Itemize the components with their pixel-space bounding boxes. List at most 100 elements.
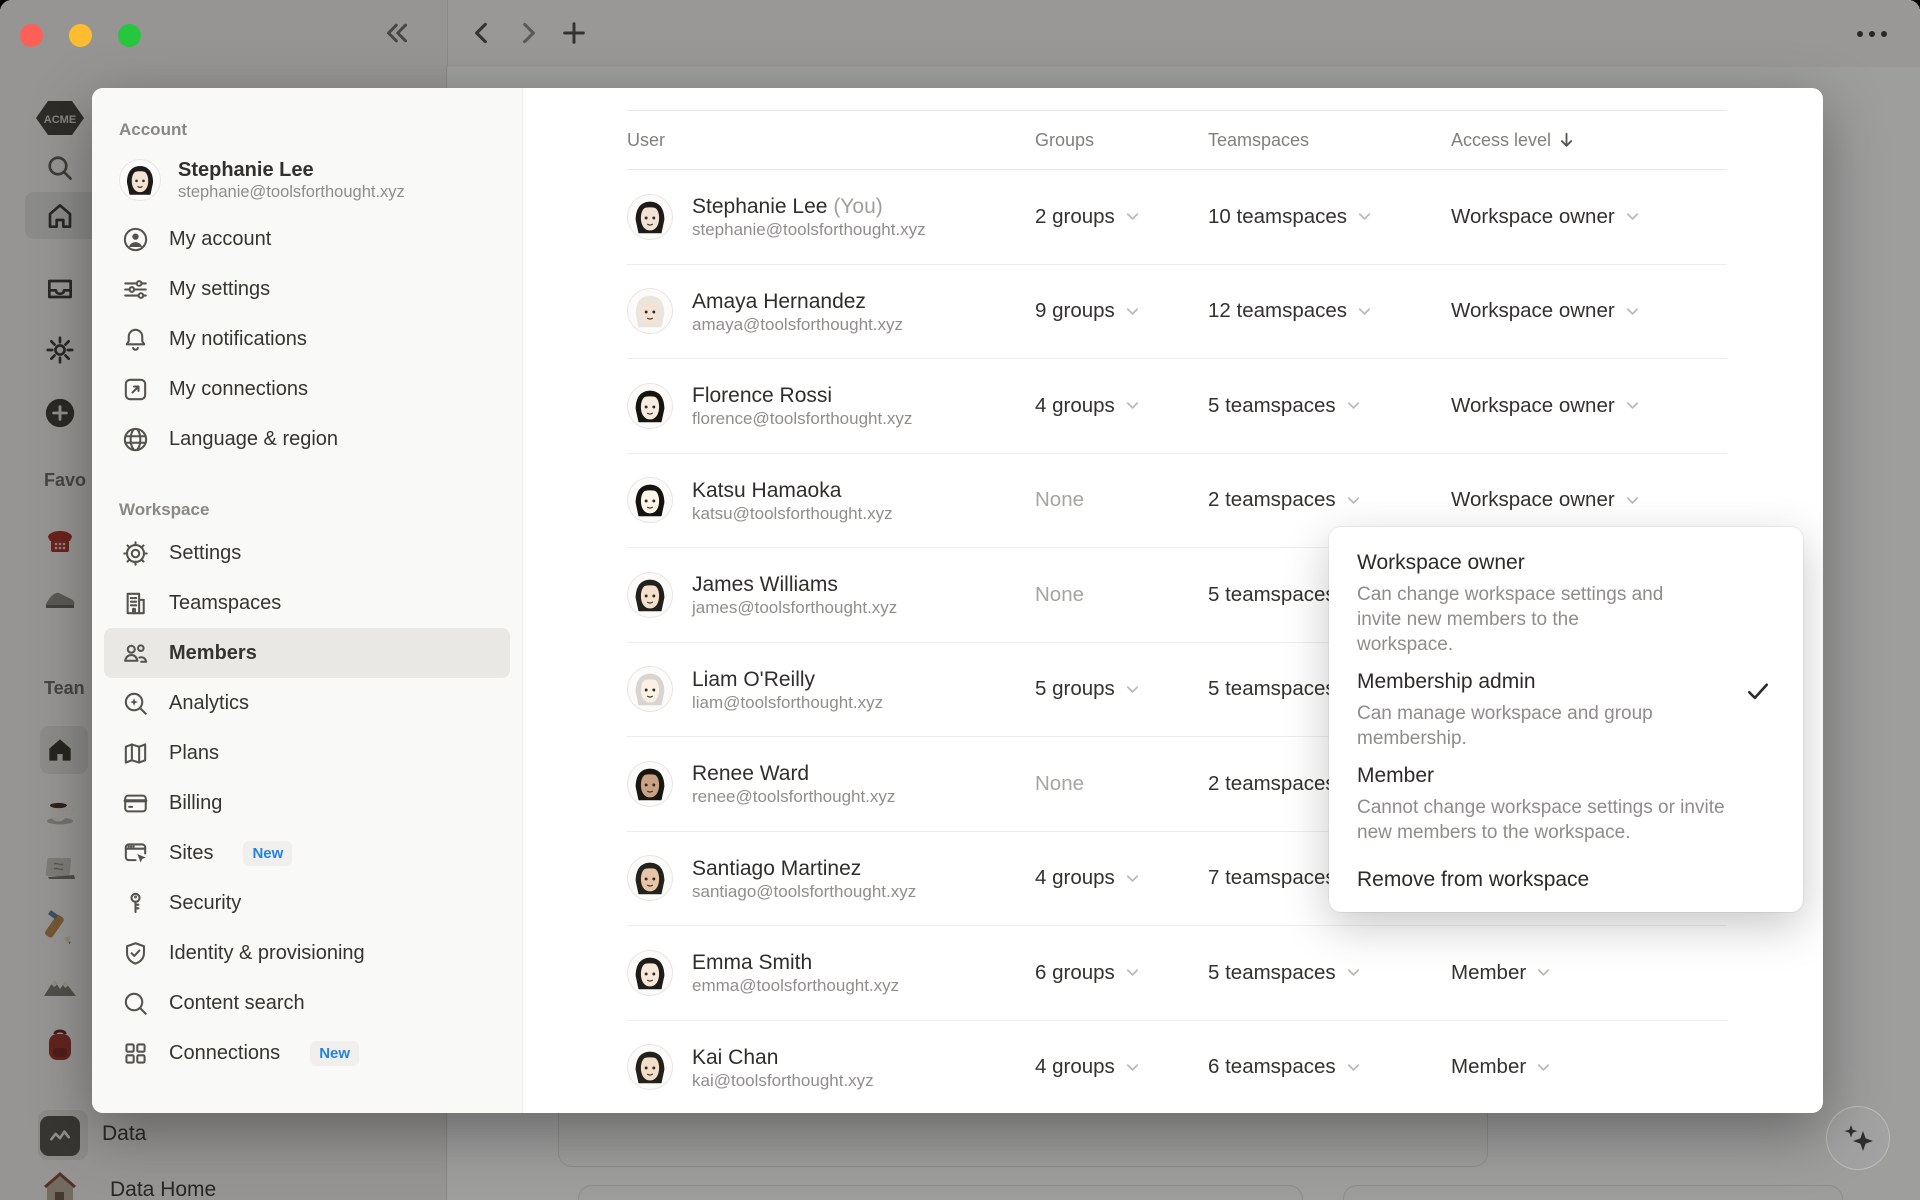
user-name: Stephanie Lee (You) <box>692 195 883 219</box>
sidebar-item-label: Connections <box>169 1041 281 1064</box>
app-window: ACME Favo Tean Data Data Home Account St… <box>0 0 1920 1200</box>
person-circle-icon <box>121 225 150 254</box>
settings-nav: Account Stephanie Lee stephanie@toolsfor… <box>92 88 523 1113</box>
teamspaces-dropdown[interactable]: 5 teamspaces <box>1208 394 1363 418</box>
groups-dropdown[interactable]: 6 groups <box>1035 961 1142 985</box>
sidebar-item-security[interactable]: Security <box>104 878 510 928</box>
user-email: katsu@toolsforthought.xyz <box>692 503 893 523</box>
column-header-teamspaces[interactable]: Teamspaces <box>1208 130 1451 151</box>
sidebar-item-sites[interactable]: Sites New <box>104 828 510 878</box>
user-name: Liam O'Reilly <box>692 667 816 691</box>
ai-assistant-button[interactable] <box>1826 1106 1890 1170</box>
sidebar-item-plans[interactable]: Plans <box>104 728 510 778</box>
avatar <box>627 1044 673 1091</box>
user-name: Emma Smith <box>692 951 813 975</box>
access-level-cell: Member <box>1451 961 1727 985</box>
user-email: florence@toolsforthought.xyz <box>692 409 913 429</box>
access-level-dropdown[interactable]: Member <box>1451 1055 1553 1079</box>
teamspaces-cell: 5 teamspaces <box>1208 961 1451 985</box>
user-cell: Emma Smith emma@toolsforthought.xyz <box>627 949 1035 996</box>
sidebar-item-label: My notifications <box>169 327 307 350</box>
sidebar-item-my-connections[interactable]: My connections <box>104 364 510 414</box>
sort-descending-icon <box>1560 132 1573 147</box>
user-name: Amaya Hernandez <box>692 289 866 313</box>
teamspaces-dropdown[interactable]: 5 teamspaces <box>1208 961 1363 985</box>
access-level-dropdown[interactable]: Workspace owner <box>1451 488 1642 512</box>
groups-none: None <box>1035 488 1085 512</box>
user-cell: James Williams james@toolsforthought.xyz <box>627 571 1035 618</box>
teamspaces-dropdown[interactable]: 2 teamspaces <box>1208 488 1363 512</box>
bell-icon <box>121 325 150 354</box>
teamspaces-dropdown[interactable]: 10 teamspaces <box>1208 205 1374 229</box>
access-level-cell: Workspace owner <box>1451 394 1727 418</box>
nav-profile[interactable]: Stephanie Lee stephanie@toolsforthought.… <box>104 148 510 214</box>
user-email: santiago@toolsforthought.xyz <box>692 881 917 901</box>
user-email: kai@toolsforthought.xyz <box>692 1070 874 1090</box>
grid-icon <box>121 1039 150 1068</box>
user-email: james@toolsforthought.xyz <box>692 598 898 618</box>
sidebar-item-content-search[interactable]: Content search <box>104 978 510 1028</box>
user-email: amaya@toolsforthought.xyz <box>692 314 903 334</box>
zoom-window-button[interactable] <box>118 24 141 47</box>
avatar <box>627 571 673 618</box>
user-cell: Katsu Hamaoka katsu@toolsforthought.xyz <box>627 477 1035 524</box>
access-level-dropdown[interactable]: Workspace owner <box>1451 394 1642 418</box>
avatar <box>627 949 673 996</box>
user-cell: Stephanie Lee (You) stephanie@toolsfortho… <box>627 193 1035 240</box>
sidebar-item-label: Security <box>169 891 242 914</box>
sidebar-item-settings[interactable]: Settings <box>104 528 510 578</box>
teamspaces-cell: 2 teamspaces <box>1208 488 1451 512</box>
column-header-groups[interactable]: Groups <box>1035 130 1208 151</box>
access-level-cell: Workspace owner <box>1451 299 1727 323</box>
access-level-dropdown[interactable]: Member <box>1451 961 1553 985</box>
user-name: Kai Chan <box>692 1045 779 1069</box>
people-icon <box>121 639 150 668</box>
groups-dropdown[interactable]: 4 groups <box>1035 1055 1142 1079</box>
column-header-user[interactable]: User <box>627 130 1035 151</box>
sidebar-item-my-notifications[interactable]: My notifications <box>104 314 510 364</box>
sidebar-item-my-account[interactable]: My account <box>104 214 510 264</box>
groups-cell: 4 groups <box>1035 866 1208 890</box>
sidebar-item-language-region[interactable]: Language & region <box>104 414 510 464</box>
sidebar-item-teamspaces[interactable]: Teamspaces <box>104 578 510 628</box>
sidebar-item-label: Analytics <box>169 691 250 714</box>
table-row: Kai Chan kai@toolsforthought.xyz 4 groups 6… <box>627 1021 1727 1114</box>
profile-name: Stephanie Lee <box>178 159 314 181</box>
minimize-window-button[interactable] <box>69 24 92 47</box>
teamspaces-dropdown[interactable]: 6 teamspaces <box>1208 1055 1363 1079</box>
user-name: Renee Ward <box>692 762 810 786</box>
groups-dropdown[interactable]: 2 groups <box>1035 205 1142 229</box>
sidebar-item-label: Language & region <box>169 427 339 450</box>
user-cell: Santiago Martinez santiago@toolsforthough… <box>627 855 1035 902</box>
groups-dropdown[interactable]: 4 groups <box>1035 394 1142 418</box>
sidebar-item-analytics[interactable]: Analytics <box>104 678 510 728</box>
column-header-access-level[interactable]: Access level <box>1451 130 1727 151</box>
teamspaces-cell: 12 teamspaces <box>1208 299 1451 323</box>
sidebar-item-connections[interactable]: Connections New <box>104 1028 510 1078</box>
table-row: Amaya Hernandez amaya@toolsforthought.xyz… <box>627 265 1727 359</box>
access-level-dropdown[interactable]: Workspace owner <box>1451 205 1642 229</box>
sidebar-item-identity-provisioning[interactable]: Identity & provisioning <box>104 928 510 978</box>
sidebar-item-label: Content search <box>169 991 305 1014</box>
new-badge: New <box>310 1040 360 1066</box>
groups-cell: 2 groups <box>1035 205 1208 229</box>
groups-dropdown[interactable]: 9 groups <box>1035 299 1142 323</box>
option-member[interactable]: Member Cannot change workspace settings … <box>1357 761 1775 855</box>
remove-from-workspace-option[interactable]: Remove from workspace <box>1357 856 1775 892</box>
shield-check-icon <box>121 939 150 968</box>
option-membership-admin[interactable]: Membership admin Can manage workspace an… <box>1357 667 1775 761</box>
avatar <box>627 760 673 807</box>
sidebar-item-billing[interactable]: Billing <box>104 778 510 828</box>
close-window-button[interactable] <box>20 24 43 47</box>
table-row: Stephanie Lee (You) stephanie@toolsfortho… <box>627 170 1727 265</box>
access-level-dropdown[interactable]: Workspace owner <box>1451 299 1642 323</box>
sidebar-item-members[interactable]: Members <box>104 628 510 678</box>
sidebar-item-label: Teamspaces <box>169 591 282 614</box>
sidebar-item-my-settings[interactable]: My settings <box>104 264 510 314</box>
teamspaces-dropdown[interactable]: 12 teamspaces <box>1208 299 1374 323</box>
groups-dropdown[interactable]: 5 groups <box>1035 677 1142 701</box>
option-workspace-owner[interactable]: Workspace owner Can change workspace set… <box>1357 548 1775 700</box>
groups-dropdown[interactable]: 4 groups <box>1035 866 1142 890</box>
user-email: emma@toolsforthought.xyz <box>692 976 900 996</box>
building-icon <box>121 589 150 618</box>
